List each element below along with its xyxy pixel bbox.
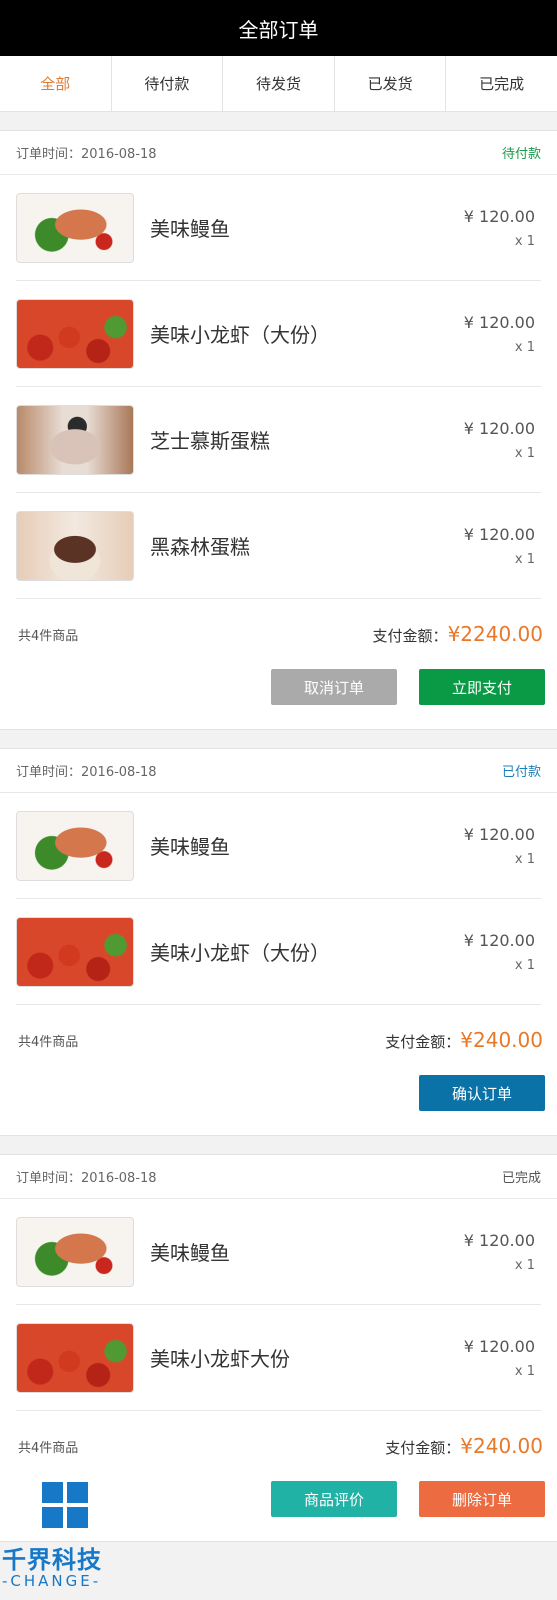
item-price: ¥ 120.00 — [463, 206, 535, 226]
item-name: 美味小龙虾（大份） — [150, 941, 330, 965]
order-items: 美味鳗鱼 ¥ 120.00 x 1 美味小龙虾大份 ¥ 120.00 x 1 — [0, 1199, 557, 1411]
item-price: ¥ 120.00 — [463, 312, 535, 332]
item-quantity: x 1 — [514, 339, 535, 355]
windows-logo-icon — [42, 1482, 90, 1530]
item-quantity: x 1 — [514, 851, 535, 867]
item-quantity: x 1 — [514, 445, 535, 461]
item-price: ¥ 120.00 — [463, 930, 535, 950]
crayfish-image — [16, 916, 134, 987]
order-item[interactable]: 美味小龙虾（大份） ¥ 120.00 x 1 — [16, 899, 541, 1005]
order-item[interactable]: 美味鳗鱼 ¥ 120.00 x 1 — [16, 175, 541, 281]
pay-now-button[interactable]: 立即支付 — [419, 669, 545, 705]
item-count: 共4件商品 — [18, 1440, 79, 1456]
item-price-block: ¥ 120.00 x 1 — [441, 825, 541, 867]
page-header: 全部订单 — [0, 0, 557, 56]
item-name: 美味小龙虾（大份） — [150, 323, 330, 347]
order-actions: 确认订单 — [0, 1075, 557, 1135]
page-title: 全部订单 — [238, 17, 319, 42]
order-items: 美味鳗鱼 ¥ 120.00 x 1 美味小龙虾（大份） ¥ 120.00 x 1… — [0, 175, 557, 599]
order-item[interactable]: 美味小龙虾大份 ¥ 120.00 x 1 — [16, 1305, 541, 1411]
tab-all[interactable]: 全部 — [0, 56, 112, 111]
item-name: 美味小龙虾大份 — [150, 1347, 290, 1371]
order-item[interactable]: 美味鳗鱼 ¥ 120.00 x 1 — [16, 1199, 541, 1305]
total-label: 支付金额： — [385, 1439, 461, 1457]
item-price-block: ¥ 120.00 x 1 — [441, 931, 541, 973]
total-label: 支付金额： — [372, 627, 448, 645]
item-price: ¥ 120.00 — [463, 524, 535, 544]
item-price: ¥ 120.00 — [463, 1336, 535, 1356]
order-summary: 共4件商品 支付金额：¥2240.00 — [0, 599, 557, 669]
section-gap — [0, 1136, 557, 1154]
tab-pending-shipment[interactable]: 待发货 — [223, 56, 335, 111]
item-name: 美味鳗鱼 — [150, 1241, 230, 1265]
watermark-main-text: 千界科技 — [2, 1546, 102, 1574]
watermark-sub-text: -CHANGE- — [2, 1572, 102, 1590]
order-time: 订单时间：2016-08-18 — [16, 765, 157, 780]
black-forest-cake-image — [16, 510, 134, 581]
section-gap — [0, 730, 557, 748]
item-price-block: ¥ 120.00 x 1 — [441, 1337, 541, 1379]
review-product-button[interactable]: 商品评价 — [271, 1481, 397, 1517]
item-price: ¥ 120.00 — [463, 418, 535, 438]
tab-shipped[interactable]: 已发货 — [335, 56, 447, 111]
item-price-block: ¥ 120.00 x 1 — [441, 525, 541, 567]
item-price-block: ¥ 120.00 x 1 — [441, 207, 541, 249]
order-header: 订单时间：2016-08-18 已付款 — [0, 749, 557, 793]
total-label: 支付金额： — [385, 1033, 461, 1051]
item-price: ¥ 120.00 — [463, 824, 535, 844]
grilled-fish-image — [16, 810, 134, 881]
payment-total: 支付金额：¥2240.00 — [373, 622, 543, 646]
cancel-order-button[interactable]: 取消订单 — [271, 669, 397, 705]
order-actions: 取消订单 立即支付 — [0, 669, 557, 729]
section-gap — [0, 112, 557, 130]
item-price-block: ¥ 120.00 x 1 — [441, 313, 541, 355]
order-summary: 共4件商品 支付金额：¥240.00 — [0, 1411, 557, 1481]
confirm-order-button[interactable]: 确认订单 — [419, 1075, 545, 1111]
order-items: 美味鳗鱼 ¥ 120.00 x 1 美味小龙虾（大份） ¥ 120.00 x 1 — [0, 793, 557, 1005]
order-card: 订单时间：2016-08-18 待付款 美味鳗鱼 ¥ 120.00 x 1 美味… — [0, 130, 557, 730]
item-quantity: x 1 — [514, 957, 535, 973]
item-name: 美味鳗鱼 — [150, 217, 230, 241]
order-time: 订单时间：2016-08-18 — [16, 1171, 157, 1186]
item-quantity: x 1 — [514, 551, 535, 567]
item-count: 共4件商品 — [18, 628, 79, 644]
delete-order-button[interactable]: 删除订单 — [419, 1481, 545, 1517]
item-quantity: x 1 — [514, 233, 535, 249]
order-item[interactable]: 美味鳗鱼 ¥ 120.00 x 1 — [16, 793, 541, 899]
grilled-fish-image — [16, 1216, 134, 1287]
grilled-fish-image — [16, 192, 134, 263]
total-amount: ¥2240.00 — [447, 622, 543, 646]
order-tabs: 全部 待付款 待发货 已发货 已完成 — [0, 56, 557, 112]
item-name: 美味鳗鱼 — [150, 835, 230, 859]
payment-total: 支付金额：¥240.00 — [385, 1028, 543, 1052]
order-summary: 共4件商品 支付金额：¥240.00 — [0, 1005, 557, 1075]
order-item[interactable]: 芝士慕斯蛋糕 ¥ 120.00 x 1 — [16, 387, 541, 493]
order-time: 订单时间：2016-08-18 — [16, 147, 157, 162]
order-header: 订单时间：2016-08-18 待付款 — [0, 131, 557, 175]
tab-pending-payment[interactable]: 待付款 — [112, 56, 224, 111]
order-item[interactable]: 黑森林蛋糕 ¥ 120.00 x 1 — [16, 493, 541, 599]
item-price: ¥ 120.00 — [463, 1230, 535, 1250]
item-name: 芝士慕斯蛋糕 — [150, 429, 270, 453]
item-quantity: x 1 — [514, 1257, 535, 1273]
order-status: 已付款 — [501, 765, 541, 780]
total-amount: ¥240.00 — [460, 1434, 543, 1458]
tab-completed[interactable]: 已完成 — [446, 56, 557, 111]
item-quantity: x 1 — [514, 1363, 535, 1379]
order-card: 订单时间：2016-08-18 已付款 美味鳗鱼 ¥ 120.00 x 1 美味… — [0, 748, 557, 1136]
payment-total: 支付金额：¥240.00 — [385, 1434, 543, 1458]
order-status: 已完成 — [501, 1171, 541, 1186]
item-price-block: ¥ 120.00 x 1 — [441, 1231, 541, 1273]
item-price-block: ¥ 120.00 x 1 — [441, 419, 541, 461]
crayfish-image — [16, 1322, 134, 1393]
order-status: 待付款 — [501, 147, 541, 162]
order-header: 订单时间：2016-08-18 已完成 — [0, 1155, 557, 1199]
crayfish-image — [16, 298, 134, 369]
cheese-mousse-cake-image — [16, 404, 134, 475]
item-name: 黑森林蛋糕 — [150, 535, 250, 559]
total-amount: ¥240.00 — [460, 1028, 543, 1052]
order-item[interactable]: 美味小龙虾（大份） ¥ 120.00 x 1 — [16, 281, 541, 387]
watermark-logo: 千界科技 -CHANGE- — [2, 1480, 127, 1595]
item-count: 共4件商品 — [18, 1034, 79, 1050]
